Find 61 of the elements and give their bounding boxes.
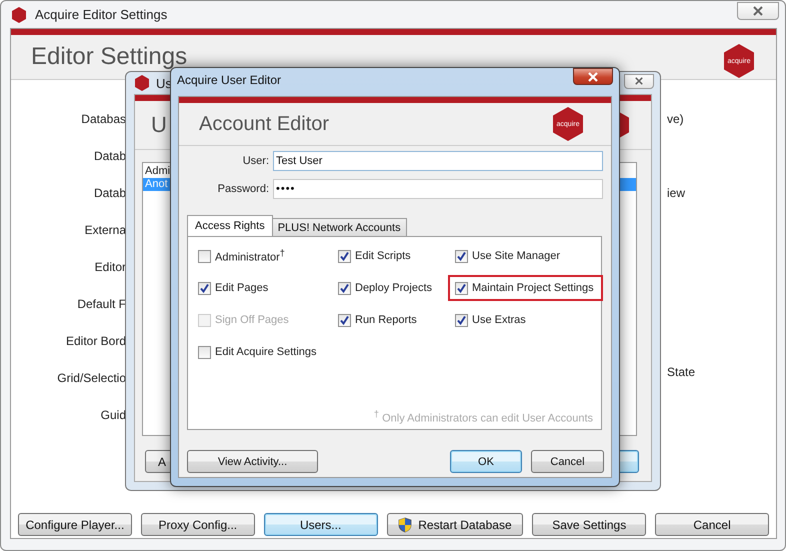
- checkbox-label: Use Site Manager: [472, 250, 560, 262]
- shield-icon: [398, 516, 412, 532]
- button[interactable]: OK: [450, 450, 522, 473]
- checkbox[interactable]: [338, 250, 351, 262]
- field-label: Password:: [216, 183, 269, 195]
- checkbox-label: Run Reports: [355, 314, 417, 326]
- setting-label: Externa: [84, 223, 126, 237]
- setting-label: ve): [667, 112, 684, 126]
- button[interactable]: Cancel: [531, 450, 604, 473]
- dialog-title: Acquire User Editor: [177, 73, 282, 87]
- setting-label: Guid: [100, 408, 126, 422]
- button[interactable]: Save Settings: [532, 513, 646, 536]
- close-button[interactable]: [573, 68, 613, 85]
- button[interactable]: View Activity...: [187, 450, 318, 473]
- button[interactable]: Proxy Config...: [140, 513, 255, 536]
- dialog-heading: Account Editor: [199, 112, 330, 136]
- tab[interactable]: Access Rights: [187, 215, 273, 236]
- tab[interactable]: PLUS! Network Accounts: [272, 218, 407, 236]
- input-field[interactable]: Test User: [273, 151, 603, 171]
- page-heading: Editor Settings: [31, 43, 188, 71]
- checkbox[interactable]: [198, 282, 211, 294]
- checkbox[interactable]: [198, 346, 211, 358]
- checkbox-label: Edit Scripts: [355, 250, 411, 262]
- window-title: Acquire Editor Settings: [35, 7, 168, 22]
- checkbox[interactable]: [455, 250, 468, 262]
- app-logo-icon: [134, 75, 150, 91]
- setting-label: Grid/Selectio: [56, 371, 126, 385]
- checkbox-label: Edit Pages: [215, 282, 268, 294]
- button[interactable]: Cancel: [655, 513, 769, 536]
- checkbox[interactable]: [338, 314, 351, 326]
- setting-label: iew: [667, 186, 686, 200]
- field-label: User:: [242, 155, 269, 167]
- button[interactable]: Restart Database: [386, 513, 524, 536]
- checkbox-label: Sign Off Pages: [215, 314, 289, 326]
- checkbox-label: Administrator$^{†}$: [215, 248, 285, 264]
- checkbox-label: Use Extras: [472, 314, 526, 326]
- close-button[interactable]: [624, 74, 654, 88]
- setting-label: Datab: [92, 149, 126, 163]
- button[interactable]: Configure Player...: [18, 513, 132, 536]
- input-field[interactable]: ••••: [273, 179, 603, 199]
- setting-label: Databas: [80, 112, 126, 126]
- button[interactable]: Users...: [264, 513, 378, 536]
- close-icon: [587, 72, 599, 82]
- close-icon: [752, 6, 764, 16]
- close-button[interactable]: [737, 2, 779, 20]
- checkbox[interactable]: [455, 314, 468, 326]
- setting-label: Default F: [76, 297, 126, 311]
- checkbox-label: Edit Acquire Settings: [215, 346, 317, 358]
- checkbox[interactable]: [198, 250, 211, 262]
- close-icon: [634, 77, 644, 85]
- setting-label: Editor Bord: [64, 334, 126, 348]
- checkbox-label: Maintain Project Settings: [472, 282, 594, 294]
- checkbox[interactable]: [338, 282, 351, 294]
- app-logo-icon: [11, 6, 27, 22]
- setting-label: Editor: [94, 260, 126, 274]
- setting-label: State: [667, 365, 696, 379]
- setting-label: Datab: [92, 186, 126, 200]
- checkbox-label: Deploy Projects: [355, 282, 432, 294]
- window-heading: U: [151, 112, 167, 138]
- footnote: $^{†}$ Only Administrators can edit User Accounts: [374, 409, 593, 425]
- checkbox[interactable]: [455, 282, 468, 294]
